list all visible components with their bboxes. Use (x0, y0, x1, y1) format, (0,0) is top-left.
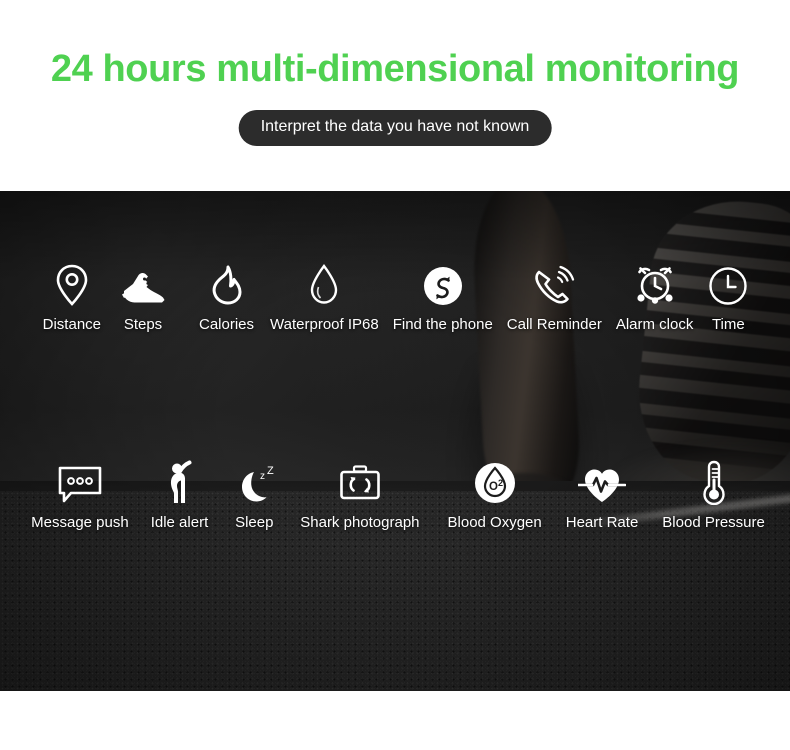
find-phone-icon (422, 261, 464, 307)
feature-label: Message push (31, 514, 129, 531)
running-shoe-icon (119, 261, 167, 307)
feature-label: Call Reminder (506, 316, 602, 333)
feature-blood-oxygen[interactable]: O 2 Blood Oxygen (448, 459, 542, 532)
heart-pulse-icon (578, 459, 627, 505)
feature-label: Alarm clock (615, 316, 694, 333)
feature-shark-photograph[interactable]: Shark photograph (300, 459, 420, 532)
feature-label: Idle alert (150, 514, 209, 531)
feature-label: Steps (123, 316, 163, 333)
feature-blood-pressure[interactable]: Blood Pressure (662, 459, 765, 532)
promo-page: 24 hours multi-dimensional monitoring In… (0, 0, 790, 750)
camera-shake-icon (337, 459, 383, 505)
feature-waterproof[interactable]: Waterproof IP68 (270, 261, 379, 334)
feature-find-the-phone[interactable]: Find the phone (393, 261, 493, 334)
phone-ring-icon (531, 261, 577, 307)
feature-label: Waterproof IP68 (270, 316, 379, 333)
feature-label: Heart Rate (565, 514, 639, 531)
feature-steps[interactable]: Steps (119, 261, 167, 334)
blood-oxygen-icon: O 2 (473, 459, 517, 505)
location-pin-icon (53, 261, 91, 307)
page-header: 24 hours multi-dimensional monitoring In… (0, 0, 790, 191)
page-title: 24 hours multi-dimensional monitoring (50, 48, 740, 90)
feature-label: Time (711, 316, 745, 333)
feature-label: Sleep (235, 514, 274, 531)
feature-label: Find the phone (392, 316, 493, 333)
stretching-person-icon (162, 459, 196, 505)
feature-label: Blood Oxygen (447, 514, 542, 531)
svg-text:Z: Z (267, 465, 274, 477)
feature-sleep[interactable]: z Z Sleep (230, 459, 278, 532)
svg-text:O: O (489, 481, 498, 493)
alarm-clock-icon (632, 261, 678, 307)
feature-row-2: Message push Idle alert z Z Sleep Shark … (0, 459, 790, 532)
subtitle-pill: Interpret the data you have not known (238, 110, 552, 146)
svg-text:z: z (260, 471, 265, 482)
feature-alarm-clock[interactable]: Alarm clock (615, 261, 694, 334)
moon-sleep-icon: z Z (230, 459, 278, 505)
feature-calories[interactable]: Calories (199, 261, 254, 334)
message-bubble-icon (55, 459, 105, 505)
feature-label: Blood Pressure (662, 514, 765, 531)
feature-call-reminder[interactable]: Call Reminder (507, 261, 602, 334)
feature-time[interactable]: Time (707, 261, 749, 334)
feature-heart-rate[interactable]: Heart Rate (565, 459, 639, 532)
feature-banner: Distance Steps Calories Waterproof IP68 … (0, 191, 790, 691)
thermometer-icon (699, 459, 729, 505)
feature-label: Calories (199, 316, 255, 333)
feature-label: Distance (42, 316, 101, 333)
footer-whitespace (0, 691, 790, 750)
feature-distance[interactable]: Distance (43, 261, 101, 334)
flame-icon (207, 261, 247, 307)
feature-message-push[interactable]: Message push (31, 459, 129, 532)
svg-text:2: 2 (498, 478, 503, 488)
feature-row-1: Distance Steps Calories Waterproof IP68 … (0, 261, 790, 334)
clock-icon (707, 261, 749, 307)
feature-label: Shark photograph (300, 514, 420, 531)
water-drop-icon (307, 261, 341, 307)
feature-idle-alert[interactable]: Idle alert (150, 459, 209, 532)
